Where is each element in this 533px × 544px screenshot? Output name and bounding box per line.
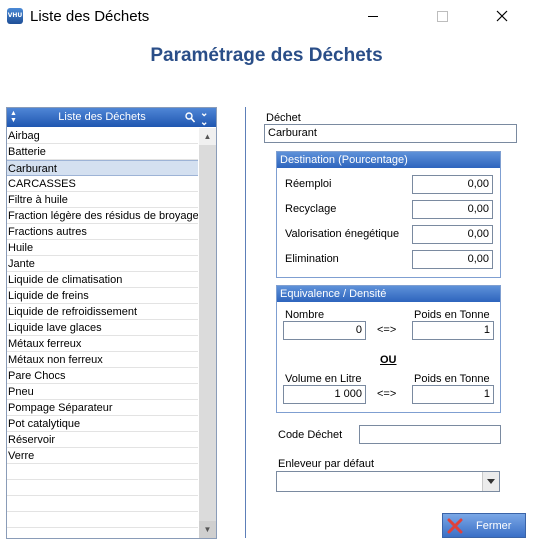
waste-list-panel: ▲ ▼ Liste des Déchets ⌄ ⌄ Airbag Batterie Ca… [6,107,217,539]
waste-list-title: Liste des Déchets [58,111,146,123]
list-item[interactable]: Jante [7,256,198,272]
poids-tonne-label-1: Poids en Tonne [414,309,490,321]
elimination-field[interactable]: 0,00 [412,250,493,269]
waste-list[interactable]: Airbag Batterie Carburant CARCASSES Filtre à… [7,128,198,538]
poids-tonne-field-1[interactable]: 1 [412,321,494,340]
panel-divider [245,107,246,538]
poids-tonne-label-2: Poids en Tonne [414,373,490,385]
list-item[interactable]: Métaux non ferreux [7,352,198,368]
close-button-label: Fermer [476,520,512,532]
list-item[interactable]: Pompage Séparateur [7,400,198,416]
list-item[interactable]: Filtre à huile [7,192,198,208]
close-window-button[interactable] [479,0,525,32]
list-item[interactable]: Huile [7,240,198,256]
close-icon [496,10,508,22]
empty-list-row [7,496,198,512]
volume-litre-field[interactable]: 1 000 [283,385,366,404]
valorisation-field[interactable]: 0,00 [412,225,493,244]
title-bar: VHU Liste des Déchets [0,0,533,32]
waste-list-header: ▲ ▼ Liste des Déchets ⌄ ⌄ [7,108,216,128]
scroll-down-icon[interactable]: ▼ [199,521,216,538]
list-item[interactable]: Pot catalytique [7,416,198,432]
minimize-button[interactable] [350,0,396,32]
maximize-button[interactable] [420,0,466,32]
list-item[interactable]: Carburant [7,160,198,176]
elimination-label: Elimination [285,253,339,265]
recyclage-field[interactable]: 0,00 [412,200,493,219]
list-item[interactable]: Métaux ferreux [7,336,198,352]
list-item[interactable]: Airbag [7,128,198,144]
code-dechet-label: Code Déchet [278,429,343,441]
reemploi-label: Réemploi [285,178,332,190]
ou-label: OU [380,354,397,366]
page-title: Paramétrage des Déchets [150,45,383,66]
equivalence-arrow: <=> [377,324,397,336]
empty-list-row [7,464,198,480]
code-dechet-field[interactable] [359,425,501,444]
close-icon [447,518,463,534]
list-item[interactable]: Pneu [7,384,198,400]
list-item[interactable]: Liquide de refroidissement [7,304,198,320]
nombre-field[interactable]: 0 [283,321,366,340]
list-item[interactable]: Verre [7,448,198,464]
list-item[interactable]: Fraction légère des résidus de broyage [7,208,198,224]
search-icon[interactable] [185,112,195,123]
destination-group-title: Destination (Pourcentage) [277,152,500,168]
dechet-label: Déchet [266,112,301,124]
list-item[interactable]: Liquide de climatisation [7,272,198,288]
enleveur-select[interactable] [276,471,500,492]
empty-list-row [7,480,198,496]
list-item[interactable]: CARCASSES [7,176,198,192]
list-item[interactable]: Batterie [7,144,198,160]
valorisation-label: Valorisation énegétique [285,228,400,240]
chevron-down-icon[interactable]: ⌄ ⌄ [200,109,208,128]
list-item[interactable]: Pare Chocs [7,368,198,384]
equivalence-group-title: Equivalence / Densité [277,286,500,302]
list-item[interactable]: Fractions autres [7,224,198,240]
list-item[interactable]: Liquide lave glaces [7,320,198,336]
app-icon: VHU [7,8,23,24]
reemploi-field[interactable]: 0,00 [412,175,493,194]
list-scrollbar[interactable]: ▲ ▼ [199,128,216,538]
chevron-down-icon[interactable] [482,472,499,491]
list-item[interactable]: Liquide de freins [7,288,198,304]
nombre-label: Nombre [285,309,325,321]
window-title: Liste des Déchets [30,8,150,25]
enleveur-label: Enleveur par défaut [278,458,375,470]
volume-litre-label: Volume en Litre [285,373,362,385]
scroll-thumb[interactable] [199,145,216,521]
close-button[interactable]: Fermer [442,513,526,538]
recyclage-label: Recyclage [285,203,337,215]
list-item[interactable]: Réservoir [7,432,198,448]
poids-tonne-field-2[interactable]: 1 [412,385,494,404]
equivalence-arrow-2: <=> [377,388,397,400]
empty-list-row [7,512,198,528]
scroll-up-icon[interactable]: ▲ [199,128,216,145]
dechet-field[interactable]: Carburant [264,124,517,143]
